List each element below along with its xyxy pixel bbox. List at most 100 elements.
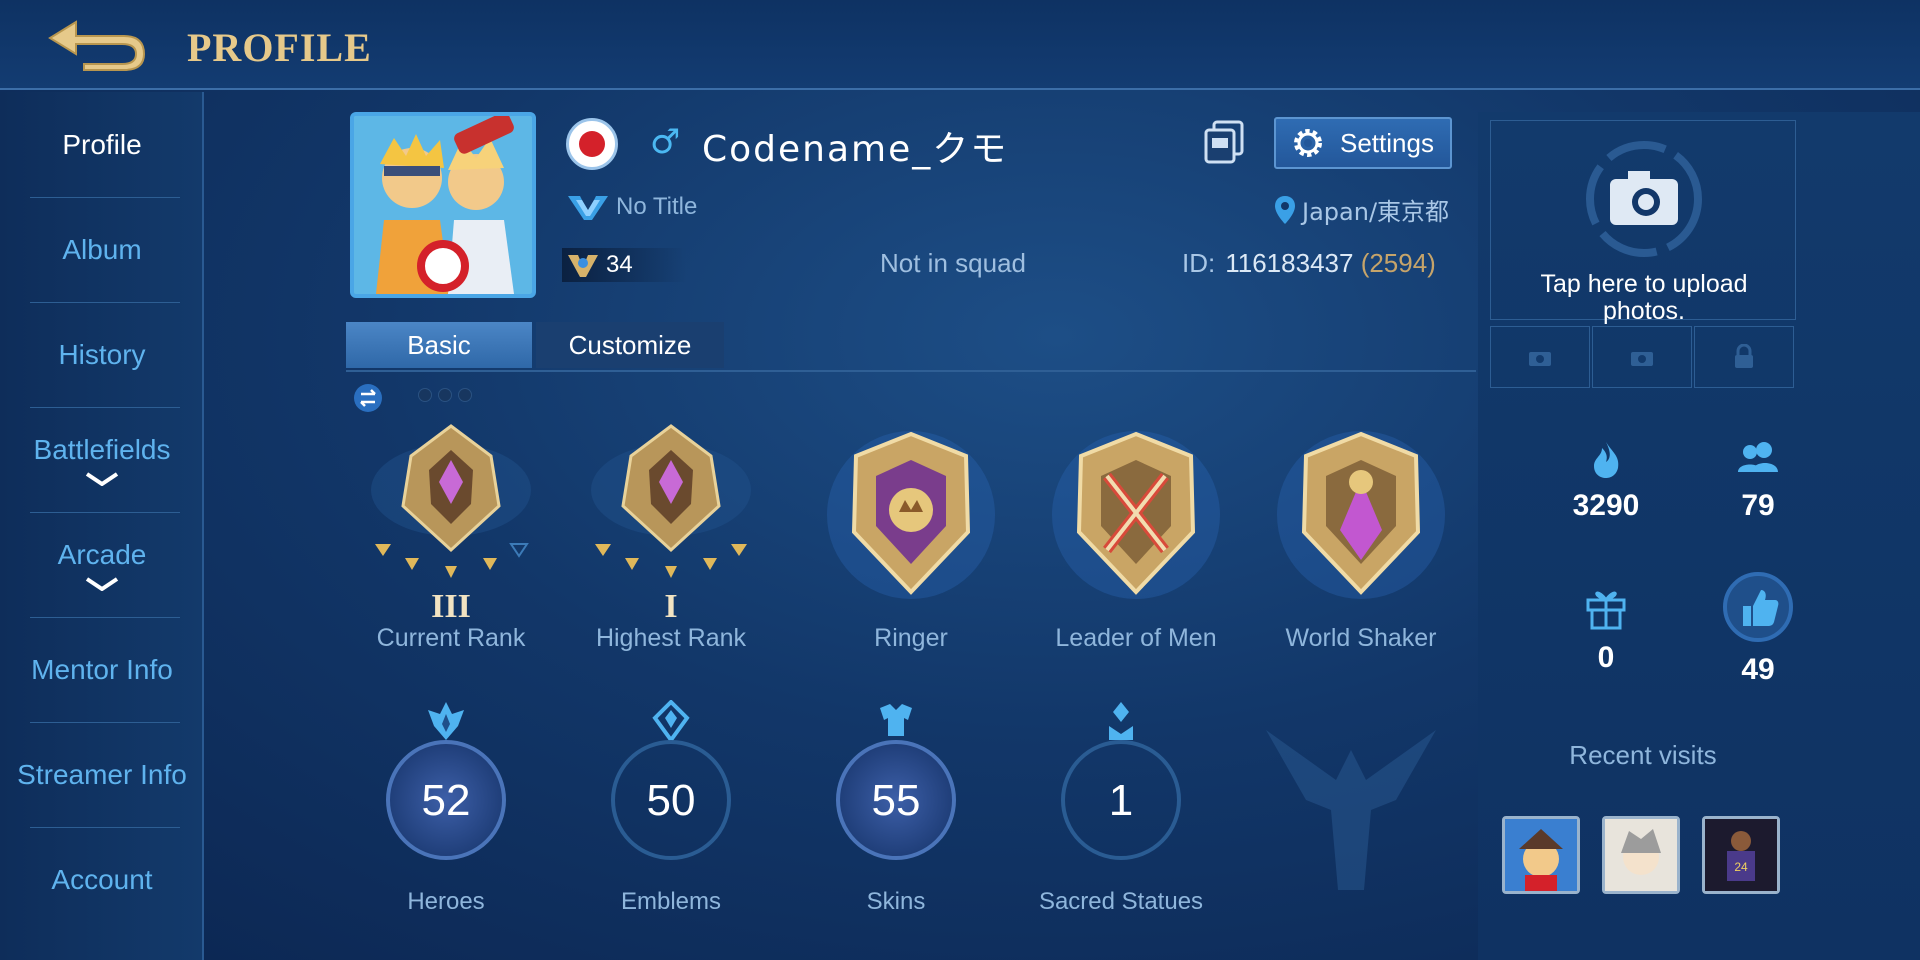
photo-slots [1490, 326, 1794, 388]
friends-icon [1738, 442, 1778, 472]
camera-icon [1631, 352, 1653, 366]
camera-icon [1586, 141, 1702, 257]
svg-text:24: 24 [1734, 860, 1748, 874]
photo-upload-area[interactable]: Tap here to upload photos. [1490, 120, 1796, 325]
back-arrow-icon [48, 20, 146, 71]
stat-label: Heroes [407, 888, 485, 915]
badge-highest-rank[interactable]: I Highest Rank [566, 420, 776, 670]
world-shaker-medal-icon [1277, 431, 1445, 599]
leader-medal-icon [1052, 431, 1220, 599]
page-dot[interactable] [458, 388, 472, 402]
badge-current-rank[interactable]: III Current Rank [346, 420, 556, 670]
sidebar-item-label: Streamer Info [17, 758, 187, 790]
level-chevron-icon [568, 255, 598, 277]
stat-value: 79 [1741, 489, 1775, 522]
location-pin-icon [1275, 195, 1295, 224]
flag-icon [566, 118, 618, 170]
sidebar-item-label: Account [51, 863, 153, 895]
stat-emblems[interactable]: 50 Emblems [571, 700, 771, 940]
copy-button[interactable] [1204, 120, 1244, 164]
stat-label: Emblems [620, 888, 722, 915]
stat-value: 1 [1108, 776, 1134, 825]
stat-heroes[interactable]: 52 Heroes [346, 700, 546, 940]
sidebar-item-account[interactable]: Account [0, 827, 204, 932]
title-text: No Title [616, 193, 698, 220]
visitor-avatar[interactable] [1502, 816, 1580, 894]
page-dot[interactable] [418, 388, 432, 402]
sidebar-item-streamer-info[interactable]: Streamer Info [0, 722, 204, 827]
id-value: 116183437 [1225, 248, 1354, 278]
sidebar-item-label: History [58, 338, 146, 370]
sidebar-item-label: Mentor Info [31, 653, 173, 685]
mythic-rank-icon [591, 424, 751, 578]
page-dot[interactable] [438, 388, 452, 402]
id-label: ID: [1182, 248, 1216, 278]
back-button[interactable] [44, 14, 148, 74]
upload-prompt: Tap here to upload photos. [1540, 270, 1748, 325]
visitor-avatar[interactable]: 24 [1702, 816, 1780, 894]
flame-icon [1594, 442, 1619, 478]
player-name: Codename_クモ [702, 129, 1009, 170]
chevron-down-icon [85, 471, 119, 486]
stat-label: Sacred Statues [1038, 888, 1204, 915]
id-server: (2594) [1360, 248, 1436, 278]
tab-basic[interactable]: Basic [346, 322, 532, 368]
copy-icon [1204, 120, 1244, 164]
rank-tier: I [664, 588, 678, 625]
photo-slot[interactable] [1490, 326, 1590, 388]
player-title[interactable]: No Title [566, 192, 697, 222]
photo-slot[interactable] [1592, 326, 1692, 388]
stat-popularity[interactable]: 3290 [1546, 440, 1666, 523]
stat-value: 50 [646, 776, 696, 825]
camera-icon [1529, 352, 1551, 366]
stat-skins[interactable]: 55 Skins [796, 700, 996, 940]
tab-divider [346, 370, 1476, 372]
avatar-image [354, 116, 532, 294]
sidebar-item-mentor-info[interactable]: Mentor Info [0, 617, 204, 722]
sacred-statue-icon [1109, 702, 1133, 740]
photo-slot[interactable] [1694, 326, 1794, 388]
sidebar-item-album[interactable]: Album [0, 197, 204, 302]
badge-label: World Shaker [1285, 624, 1437, 652]
settings-label: Settings [1340, 127, 1434, 158]
stat-followers[interactable]: 79 [1698, 440, 1818, 523]
page-title: PROFILE [187, 25, 372, 70]
location-text: Japan/東京都 [1302, 198, 1450, 226]
avatar[interactable] [350, 112, 536, 298]
stat-value: 3290 [1572, 489, 1640, 522]
swap-icon[interactable] [354, 384, 382, 412]
badge-label: Highest Rank [595, 624, 747, 652]
thumbs-up-icon [1723, 572, 1793, 642]
sidebar-item-label: Album [62, 233, 142, 265]
heroes-icon [428, 702, 464, 740]
swap-arrows-icon [360, 389, 376, 407]
sidebar-item-profile[interactable]: Profile [0, 92, 204, 197]
squad-status: Not in squad [880, 248, 1026, 278]
stat-sacred-statues[interactable]: 1 Sacred Statues [1021, 700, 1221, 940]
visitor-avatar-image [1605, 819, 1677, 891]
lock-icon [1735, 344, 1753, 368]
settings-button[interactable]: Settings [1274, 117, 1452, 169]
sidebar-item-label: Battlefields [33, 433, 171, 465]
stat-label: Skins [866, 888, 926, 915]
badge-leader-of-men[interactable]: Leader of Men [1031, 420, 1241, 670]
ringer-medal-icon [827, 431, 995, 599]
stat-value: 55 [871, 776, 921, 825]
stat-gifts[interactable]: 0 [1546, 584, 1666, 675]
level-value: 34 [606, 251, 633, 278]
tab-customize[interactable]: Customize [536, 322, 724, 368]
sidebar-item-arcade[interactable]: Arcade [0, 512, 204, 617]
stat-likes[interactable]: 49 [1698, 570, 1818, 687]
sidebar-item-battlefields[interactable]: Battlefields [0, 407, 204, 512]
badge-label: Current Rank [376, 624, 526, 652]
stat-value: 49 [1741, 653, 1775, 686]
sidebar-item-history[interactable]: History [0, 302, 204, 407]
sidebar: Profile Album History Battlefields Arcad… [0, 92, 204, 960]
badge-world-shaker[interactable]: World Shaker [1256, 420, 1466, 670]
location: Japan/東京都 [1274, 192, 1449, 227]
title-emblem-icon [568, 196, 608, 220]
achievement-badges: III Current Rank I Highest Rank Ringer L… [346, 420, 1476, 670]
visitor-avatar[interactable] [1602, 816, 1680, 894]
profile-tabs: Basic Customize [346, 322, 724, 368]
badge-ringer[interactable]: Ringer [806, 420, 1016, 670]
